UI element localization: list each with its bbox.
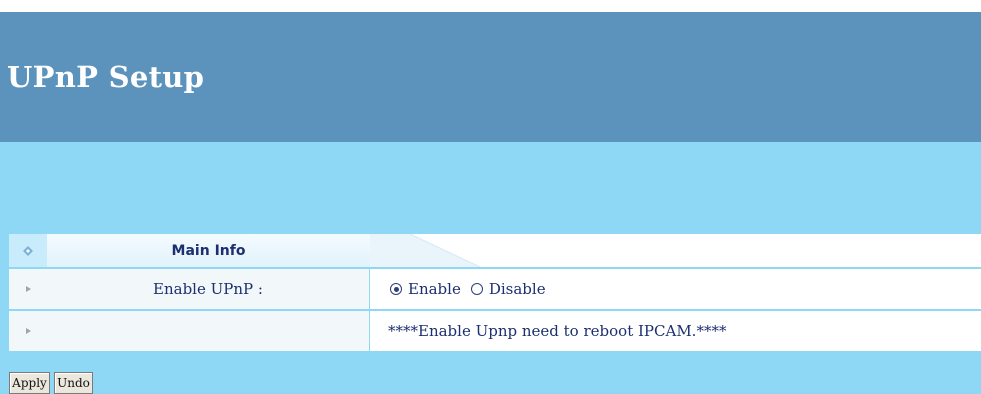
section-caption: Main Info — [47, 234, 370, 267]
reboot-note-text: ****Enable Upnp need to reboot IPCAM.***… — [388, 322, 727, 340]
radio-icon-unchecked[interactable] — [470, 283, 483, 295]
page-title: UPnP Setup — [7, 60, 205, 94]
header-tab-decoration — [370, 234, 981, 267]
table-row-enable-upnp: Enable UPnP : Enable Disable — [9, 269, 981, 309]
settings-area: Main Info Enable UPnP : Enable Disable *… — [0, 234, 981, 394]
diamond-bullet-icon — [9, 234, 47, 267]
upnp-setup-frame: UPnP Setup Main Info Enable UPnP: Enabl… — [0, 12, 981, 394]
table-row-note: ****Enable Upnp need to reboot IPCAM.***… — [9, 311, 981, 351]
page-header: UPnP Setup — [0, 12, 981, 142]
note-row-label — [47, 311, 369, 351]
radio-icon-checked[interactable] — [390, 283, 402, 295]
radio-enable[interactable]: Enable — [390, 280, 461, 298]
info-table-header: Main Info — [9, 234, 981, 267]
radio-enable-label: Enable — [408, 280, 461, 298]
enable-upnp-options: Enable Disable — [370, 269, 981, 309]
radio-disable[interactable]: Disable — [470, 280, 546, 298]
radio-disable-label: Disable — [488, 280, 546, 298]
arrow-bullet-icon — [9, 311, 47, 351]
arrow-bullet-icon — [9, 269, 47, 309]
reboot-note: ****Enable Upnp need to reboot IPCAM.***… — [370, 311, 981, 351]
blue-band — [0, 142, 981, 234]
undo-button[interactable]: Undo — [54, 372, 93, 394]
apply-button[interactable]: Apply — [9, 372, 50, 394]
enable-upnp-label: Enable UPnP : — [47, 269, 369, 309]
